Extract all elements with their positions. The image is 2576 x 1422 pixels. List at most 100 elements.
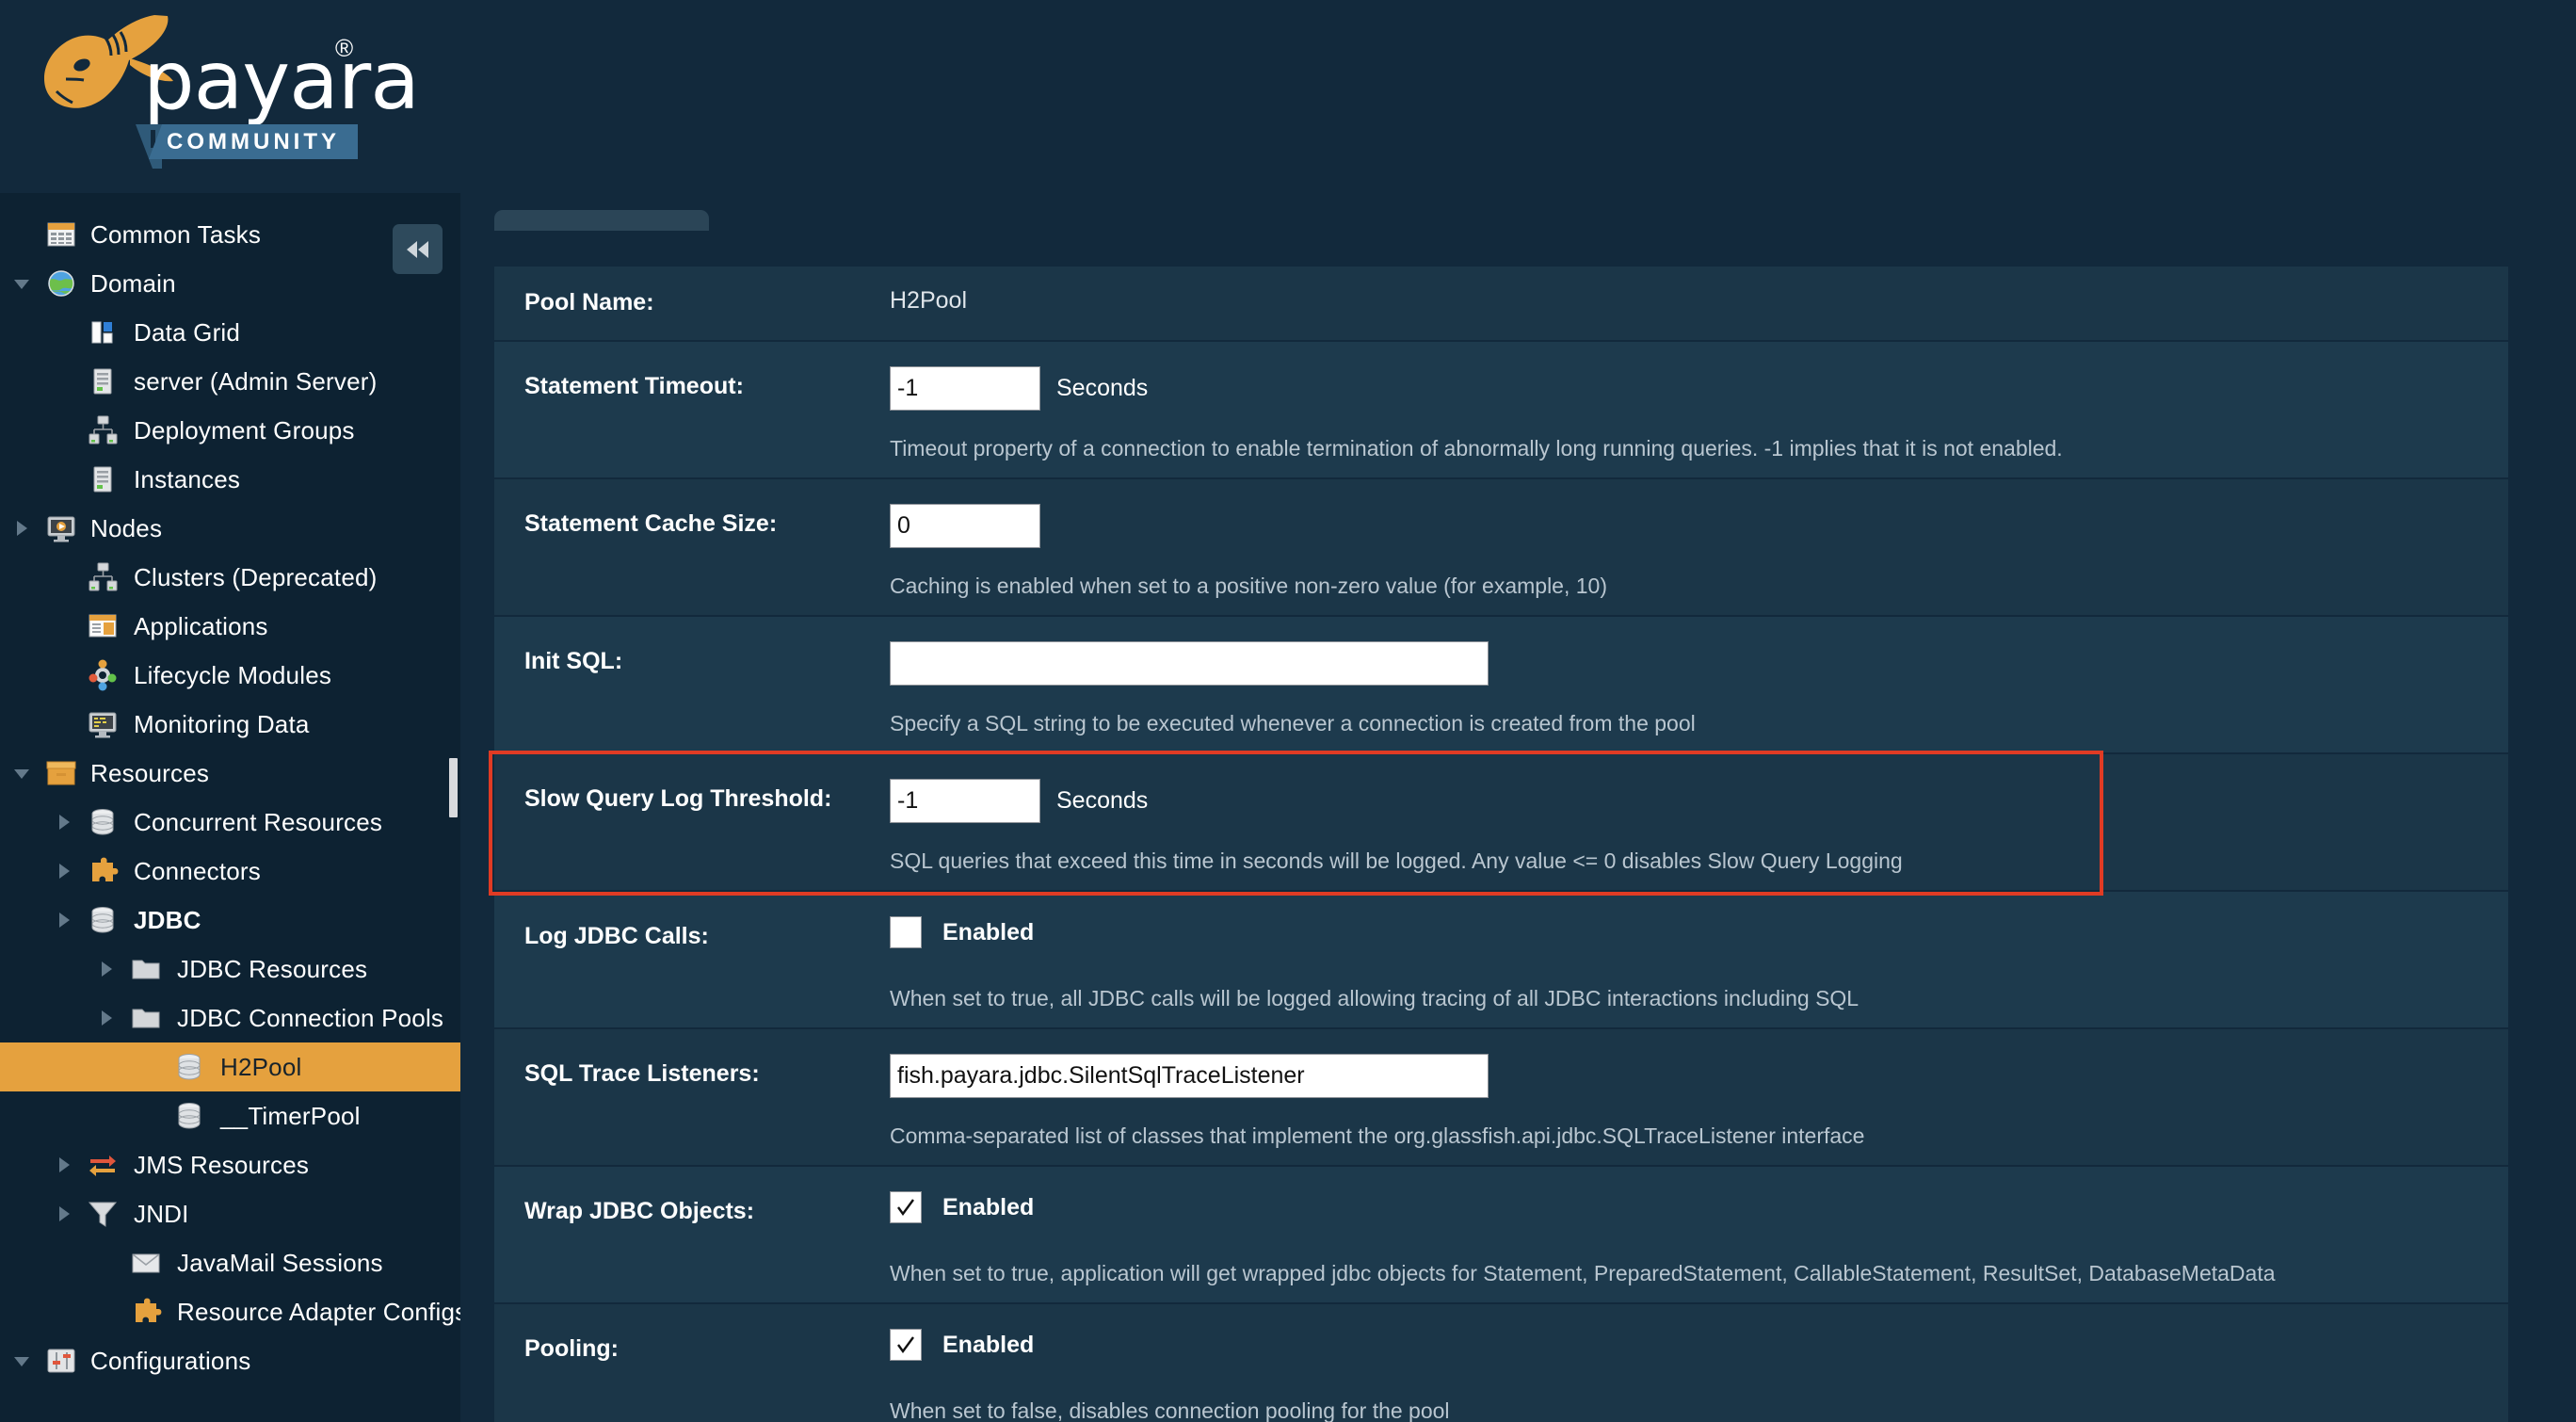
chevron-right-icon	[96, 959, 117, 979]
sidebar-scrollbar-thumb[interactable]	[449, 758, 458, 817]
sidebar-item-h2pool[interactable]: H2Pool	[0, 1042, 460, 1091]
sidebar-scrollbar[interactable]	[447, 193, 460, 1422]
tree-twisty-collapsed[interactable]	[52, 810, 76, 834]
form-row: Log JDBC Calls:EnabledWhen set to true, …	[494, 890, 2508, 1027]
sidebar-item-nodes[interactable]: Nodes	[0, 504, 460, 553]
logo-header: payara ® COMMUNITY	[0, 0, 2576, 193]
field-label: SQL Trace Listeners:	[524, 1060, 760, 1088]
statement-cache-size-input[interactable]	[890, 504, 1040, 548]
init-sql-input[interactable]	[890, 641, 1489, 686]
form-row: Wrap JDBC Objects:EnabledWhen set to tru…	[494, 1165, 2508, 1302]
sidebar-item-concurrent-resources[interactable]: Concurrent Resources	[0, 798, 460, 847]
chevron-right-icon	[54, 812, 74, 832]
puzzle-icon	[87, 855, 119, 887]
sidebar-item-lifecycle-modules[interactable]: Lifecycle Modules	[0, 651, 460, 700]
chevron-right-icon	[96, 1008, 117, 1028]
sidebar-item-jms-resources[interactable]: JMS Resources	[0, 1140, 460, 1189]
chevron-right-icon	[54, 1204, 74, 1224]
sidebar-item-label: Common Tasks	[90, 220, 261, 250]
sidebar-item-label: Connectors	[134, 857, 261, 886]
form-row: Pooling:EnabledWhen set to false, disabl…	[494, 1302, 2508, 1422]
database-icon	[87, 904, 119, 936]
statement-timeout-input[interactable]	[890, 366, 1040, 411]
field-label: Wrap JDBC Objects:	[524, 1198, 754, 1225]
slow-query-log-threshold-input[interactable]	[890, 779, 1040, 823]
server-icon	[87, 463, 119, 495]
payara-logo[interactable]: payara ® COMMUNITY	[32, 8, 343, 172]
sidebar-item-javamail-sessions[interactable]: JavaMail Sessions	[0, 1238, 460, 1287]
field-control: Enabled	[890, 1329, 1034, 1361]
tree-twisty-expanded[interactable]	[9, 1349, 34, 1373]
tree-twisty-collapsed[interactable]	[94, 1006, 119, 1030]
field-control: Enabled	[890, 1191, 1034, 1223]
sidebar-item-monitoring-data[interactable]: Monitoring Data	[0, 700, 460, 749]
tree-twisty-expanded[interactable]	[9, 761, 34, 785]
sidebar-item-applications[interactable]: Applications	[0, 602, 460, 651]
sidebar-item-configurations[interactable]: Configurations	[0, 1336, 460, 1385]
collapse-sidebar-button[interactable]	[393, 224, 443, 274]
sidebar-item-clusters-deprecated[interactable]: Clusters (Deprecated)	[0, 553, 460, 602]
sidebar-item-data-grid[interactable]: Data Grid	[0, 308, 460, 357]
sidebar-item-instances[interactable]: Instances	[0, 455, 460, 504]
tree-twisty-collapsed[interactable]	[52, 1153, 76, 1177]
tree-twisty-collapsed[interactable]	[94, 957, 119, 981]
edition-badge: COMMUNITY	[149, 124, 358, 159]
application-icon	[87, 610, 119, 642]
sidebar-item-server-admin-server[interactable]: server (Admin Server)	[0, 357, 460, 406]
sidebar-item-label: Resources	[90, 759, 209, 788]
tree-twisty-collapsed[interactable]	[52, 908, 76, 932]
sidebar-item-connectors[interactable]: Connectors	[0, 847, 460, 896]
cluster-icon	[87, 414, 119, 446]
sidebar-item-jdbc[interactable]: JDBC	[0, 896, 460, 945]
navigation-sidebar: Common Tasks Domain Data Grid server (Admin…	[0, 193, 460, 1422]
tree-twisty-collapsed[interactable]	[9, 516, 34, 541]
checkmark-icon	[894, 1196, 917, 1219]
connection-pool-form: Pool Name:H2PoolStatement Timeout:Second…	[494, 267, 2508, 1422]
log-jdbc-calls-checkbox[interactable]	[890, 916, 922, 948]
exchange-icon	[87, 1149, 119, 1181]
sidebar-item-jdbc-connection-pools[interactable]: JDBC Connection Pools	[0, 994, 460, 1042]
field-control	[890, 1054, 1489, 1098]
sidebar-item-jdbc-resources[interactable]: JDBC Resources	[0, 945, 460, 994]
checkbox-label: Enabled	[942, 919, 1034, 946]
mail-icon	[130, 1247, 162, 1279]
sidebar-item-deployment-groups[interactable]: Deployment Groups	[0, 406, 460, 455]
field-label: Statement Cache Size:	[524, 510, 777, 538]
field-label: Log JDBC Calls:	[524, 923, 709, 950]
folder-icon	[130, 953, 162, 985]
lifecycle-icon	[87, 659, 119, 691]
sidebar-item-label: Deployment Groups	[134, 416, 355, 445]
sql-trace-listeners-input[interactable]	[890, 1054, 1489, 1098]
field-label: Statement Timeout:	[524, 373, 744, 400]
form-row: SQL Trace Listeners:Comma-separated list…	[494, 1027, 2508, 1165]
sidebar-item-domain[interactable]: Domain	[0, 259, 460, 308]
folder-icon	[130, 1002, 162, 1034]
sidebar-item-label: JNDI	[134, 1200, 189, 1229]
sidebar-item-jndi[interactable]: JNDI	[0, 1189, 460, 1238]
sidebar-item-common-tasks[interactable]: Common Tasks	[0, 210, 460, 259]
navigation-tree: Common Tasks Domain Data Grid server (Admin…	[0, 210, 460, 1385]
field-control: Seconds	[890, 779, 1148, 823]
sidebar-item-resource-adapter-configs[interactable]: Resource Adapter Configs	[0, 1287, 460, 1336]
sidebar-item-label: Data Grid	[134, 318, 240, 347]
sidebar-item-timerpool[interactable]: __TimerPool	[0, 1091, 460, 1140]
sidebar-item-resources[interactable]: Resources	[0, 749, 460, 798]
globe-icon	[45, 267, 77, 299]
sidebar-item-label: JavaMail Sessions	[177, 1249, 383, 1278]
tree-twisty-collapsed[interactable]	[52, 859, 76, 883]
wrap-jdbc-objects-checkbox[interactable]	[890, 1191, 922, 1223]
cluster-icon	[87, 561, 119, 593]
database-icon	[87, 806, 119, 838]
chevron-right-icon	[11, 518, 32, 539]
checkbox-label: Enabled	[942, 1332, 1034, 1359]
pooling-checkbox[interactable]	[890, 1329, 922, 1361]
tree-twisty-expanded[interactable]	[9, 271, 34, 296]
sidebar-item-label: Nodes	[90, 514, 162, 543]
checkbox-label: Enabled	[942, 1194, 1034, 1221]
field-control: Seconds	[890, 366, 1148, 411]
field-description: Caching is enabled when set to a positiv…	[890, 574, 1607, 599]
sidebar-item-label: Applications	[134, 612, 268, 641]
funnel-icon	[87, 1198, 119, 1230]
tree-twisty-collapsed[interactable]	[52, 1202, 76, 1226]
sidebar-item-label: Clusters (Deprecated)	[134, 563, 378, 592]
